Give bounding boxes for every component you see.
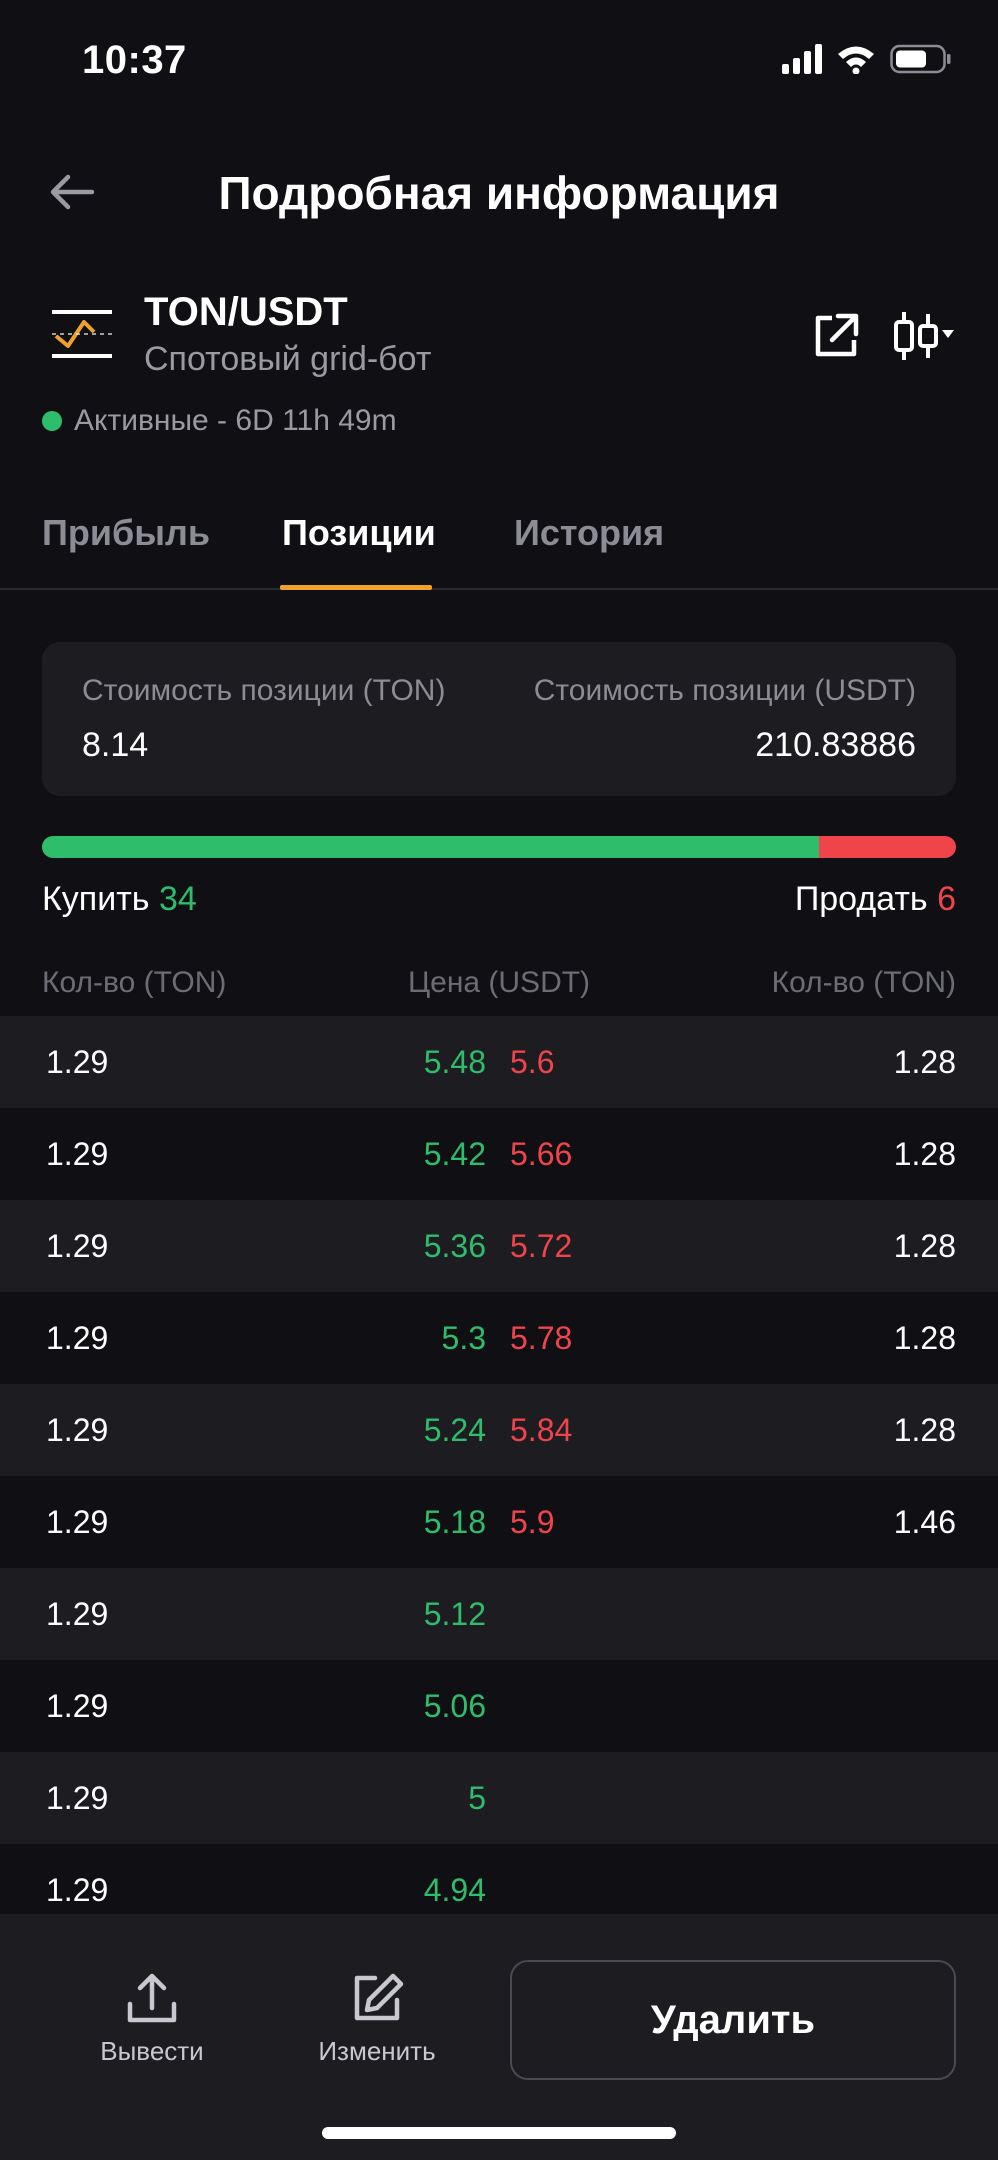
- share-button[interactable]: [808, 308, 864, 364]
- sell-price-cell: 5.72: [510, 1228, 573, 1264]
- home-indicator[interactable]: [322, 2127, 676, 2139]
- buy-qty-cell: 1.29: [46, 1688, 109, 1724]
- tabs: Прибыль Позиции История: [0, 500, 998, 590]
- position-value-usdt-label: Стоимость позиции (USDT): [533, 674, 916, 707]
- status-dot: [42, 411, 62, 431]
- table-row: 1.29 5.3 5.78 1.28: [0, 1292, 998, 1384]
- sell-qty-cell: 1.46: [893, 1504, 956, 1540]
- buy-price-cell: 5.06: [423, 1688, 486, 1724]
- external-link-icon: [815, 313, 859, 357]
- upload-icon: [127, 1973, 177, 2023]
- sell-price-cell: 5.9: [510, 1504, 555, 1540]
- withdraw-button[interactable]: Вывести: [62, 1970, 242, 2067]
- bot-type: Спотовый grid-бот: [144, 340, 432, 378]
- sell-price-cell: 5.66: [510, 1136, 573, 1172]
- grid-bot-icon: [52, 310, 112, 358]
- buy-price-cell: 5.18: [423, 1504, 486, 1540]
- buy-qty-cell: 1.29: [46, 1136, 109, 1172]
- delete-button[interactable]: Удалить: [510, 1960, 956, 2080]
- tab-profit[interactable]: Прибыль: [42, 512, 210, 554]
- position-value-ton: 8.14: [82, 726, 149, 764]
- status-icons: [782, 44, 952, 74]
- candlestick-icon: [894, 312, 954, 360]
- status-time: 10:37: [82, 38, 187, 82]
- sell-qty-cell: 1.28: [893, 1044, 956, 1080]
- column-header-sell-qty: Кол-во (TON): [771, 966, 956, 999]
- edit-label: Изменить: [318, 2036, 436, 2066]
- position-value-usdt: 210.83886: [755, 726, 916, 764]
- sell-qty-cell: 1.28: [893, 1136, 956, 1172]
- table-row: 1.29 5.12: [0, 1568, 998, 1660]
- table-row: 1.29 4.94: [0, 1844, 998, 1914]
- bot-pair: TON/USDT: [144, 290, 348, 334]
- sell-label: Продать: [794, 880, 928, 918]
- table-row: 1.29 5: [0, 1752, 998, 1844]
- page-title: Подробная информация: [218, 167, 780, 219]
- bot-status-text: Активные - 6D 11h 49m: [74, 404, 397, 437]
- buy-qty-cell: 1.29: [46, 1504, 109, 1540]
- buy-sell-ratio-bar: [42, 836, 956, 858]
- buy-qty-cell: 1.29: [46, 1044, 109, 1080]
- buy-qty-cell: 1.29: [46, 1780, 109, 1816]
- candlestick-chart-button[interactable]: [890, 308, 956, 364]
- position-summary-card: Стоимость позиции (TON) Стоимость позици…: [42, 642, 956, 796]
- buy-qty-cell: 1.29: [46, 1412, 109, 1448]
- tab-history[interactable]: История: [514, 512, 664, 554]
- buy-price-cell: 5.48: [423, 1044, 486, 1080]
- table-row: 1.29 5.48 5.6 1.28: [0, 1016, 998, 1108]
- withdraw-label: Вывести: [100, 2036, 204, 2066]
- sell-qty-cell: 1.28: [893, 1320, 956, 1356]
- sell-price-cell: 5.6: [510, 1044, 555, 1080]
- table-row: 1.29 5.42 5.66 1.28: [0, 1108, 998, 1200]
- buy-orders-count: Купить 34: [42, 880, 197, 919]
- active-tab-underline: [280, 585, 432, 590]
- buy-qty-cell: 1.29: [46, 1872, 109, 1908]
- wifi-icon: [836, 44, 876, 74]
- buy-qty-cell: 1.29: [46, 1596, 109, 1632]
- status-bar: 10:37: [0, 0, 998, 120]
- buy-count: 34: [158, 880, 197, 918]
- ratio-buy-segment: [42, 836, 819, 858]
- orders-table: 1.29 5.48 5.6 1.28 1.29 5.42 5.66 1.28 1.29 5.36 5…: [0, 1016, 998, 1914]
- table-header: Кол-во (TON) Цена (USDT) Кол-во (TON): [0, 966, 998, 1016]
- buy-qty-cell: 1.29: [46, 1228, 109, 1264]
- tab-positions[interactable]: Позиции: [282, 512, 436, 554]
- bot-info: TON/USDT Спотовый grid-бот Активные - 6D…: [42, 282, 956, 452]
- header: Подробная информация: [0, 150, 998, 234]
- buy-price-cell: 5.3: [441, 1320, 486, 1356]
- table-row: 1.29 5.24 5.84 1.28: [0, 1384, 998, 1476]
- buy-price-cell: 4.94: [423, 1872, 486, 1908]
- sell-price-cell: 5.84: [510, 1412, 573, 1448]
- table-row: 1.29 5.06: [0, 1660, 998, 1752]
- sell-count: 6: [937, 880, 956, 918]
- sell-qty-cell: 1.28: [893, 1228, 956, 1264]
- table-row: 1.29 5.18 5.9 1.46: [0, 1476, 998, 1568]
- sell-qty-cell: 1.28: [893, 1412, 956, 1448]
- edit-button[interactable]: Изменить: [287, 1970, 467, 2067]
- position-value-ton-label: Стоимость позиции (TON): [82, 674, 446, 707]
- buy-label: Купить: [42, 880, 150, 918]
- sell-orders-count: Продать 6: [795, 880, 956, 919]
- bottom-action-bar: Вывести Изменить Удалить: [0, 1914, 998, 2160]
- sell-price-cell: 5.78: [510, 1320, 573, 1356]
- bot-status: Активные - 6D 11h 49m: [42, 404, 397, 438]
- edit-icon: [354, 1973, 404, 2021]
- ratio-sell-segment: [818, 836, 956, 858]
- buy-price-cell: 5.42: [423, 1136, 486, 1172]
- buy-qty-cell: 1.29: [46, 1320, 109, 1356]
- cellular-signal-icon: [782, 44, 822, 74]
- buy-price-cell: 5: [468, 1780, 486, 1816]
- buy-price-cell: 5.24: [423, 1412, 486, 1448]
- battery-icon: [890, 44, 952, 74]
- buy-price-cell: 5.12: [423, 1596, 486, 1632]
- buy-price-cell: 5.36: [423, 1228, 486, 1264]
- table-row: 1.29 5.36 5.72 1.28: [0, 1200, 998, 1292]
